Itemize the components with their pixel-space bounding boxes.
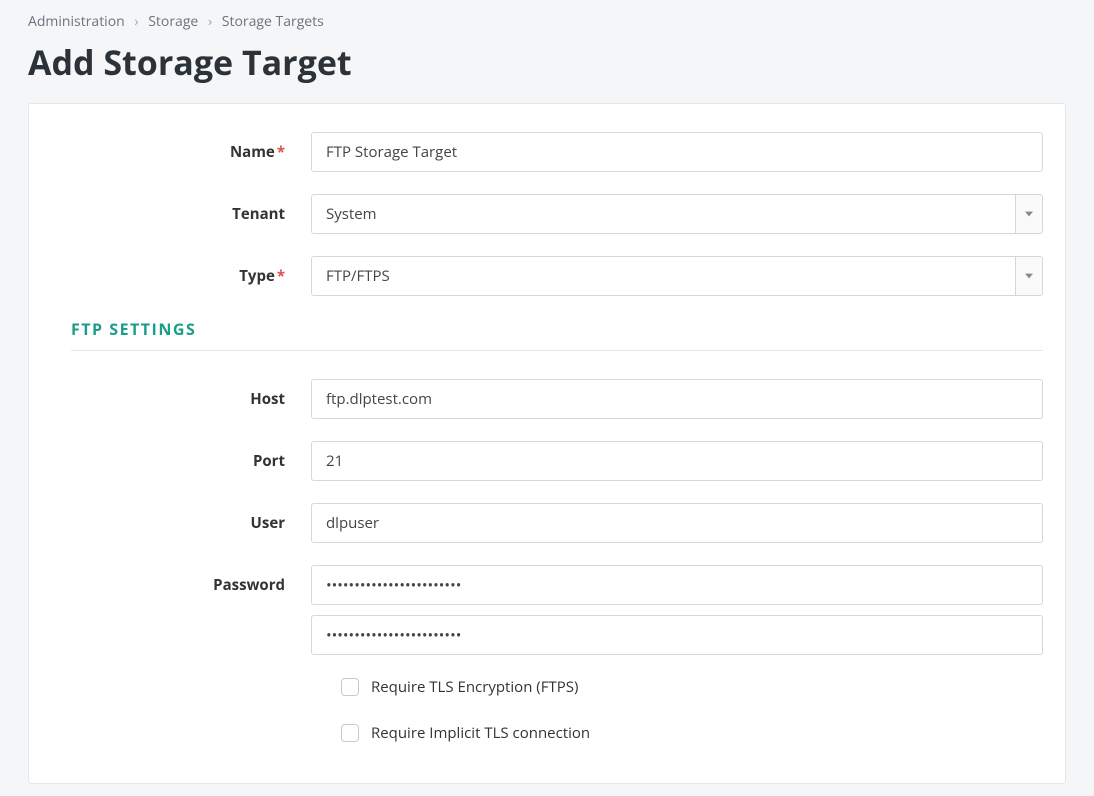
tenant-select-value[interactable]: System xyxy=(311,194,1015,234)
section-divider xyxy=(71,350,1043,351)
tenant-select[interactable]: System xyxy=(311,194,1043,234)
name-label: Name* xyxy=(51,142,311,162)
form-card: Name* Tenant System Type* xyxy=(28,103,1066,784)
breadcrumb: Administration › Storage › Storage Targe… xyxy=(28,12,1066,31)
breadcrumb-storage-targets[interactable]: Storage Targets xyxy=(222,12,324,31)
ftp-settings-heading: FTP SETTINGS xyxy=(71,318,1043,340)
require-tls-checkbox[interactable] xyxy=(341,678,359,696)
breadcrumb-storage[interactable]: Storage xyxy=(148,12,198,31)
user-label: User xyxy=(51,513,311,533)
chevron-down-icon[interactable] xyxy=(1015,256,1043,296)
require-implicit-tls-label: Require Implicit TLS connection xyxy=(371,723,590,743)
require-tls-label: Require TLS Encryption (FTPS) xyxy=(371,677,578,697)
chevron-down-icon[interactable] xyxy=(1015,194,1043,234)
host-input[interactable] xyxy=(311,379,1043,419)
type-label: Type* xyxy=(51,266,311,286)
require-implicit-tls-checkbox[interactable] xyxy=(341,724,359,742)
page-title: Add Storage Target xyxy=(28,39,1066,85)
require-implicit-tls-checkbox-wrap[interactable]: Require Implicit TLS connection xyxy=(341,723,590,743)
required-marker: * xyxy=(277,266,285,286)
host-label: Host xyxy=(51,389,311,409)
required-marker: * xyxy=(277,142,285,162)
chevron-right-icon: › xyxy=(208,12,212,31)
tenant-label: Tenant xyxy=(51,204,311,224)
password-label: Password xyxy=(51,565,311,595)
type-select[interactable]: FTP/FTPS xyxy=(311,256,1043,296)
password-confirm-input[interactable] xyxy=(311,615,1043,655)
port-label: Port xyxy=(51,451,311,471)
require-tls-checkbox-wrap[interactable]: Require TLS Encryption (FTPS) xyxy=(341,677,578,697)
user-input[interactable] xyxy=(311,503,1043,543)
chevron-right-icon: › xyxy=(134,12,138,31)
port-input[interactable] xyxy=(311,441,1043,481)
password-input[interactable] xyxy=(311,565,1043,605)
breadcrumb-administration[interactable]: Administration xyxy=(28,12,125,31)
name-input[interactable] xyxy=(311,132,1043,172)
type-select-value[interactable]: FTP/FTPS xyxy=(311,256,1015,296)
